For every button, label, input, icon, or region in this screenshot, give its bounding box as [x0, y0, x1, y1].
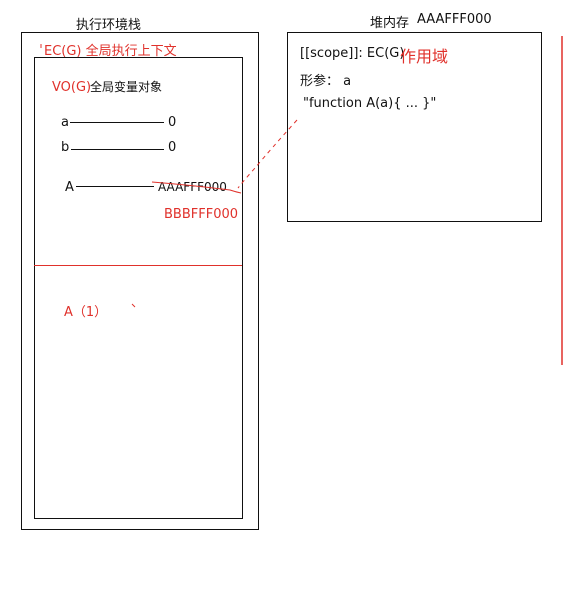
value-strike-stroke — [151, 181, 242, 194]
annotation-layer — [40, 36, 563, 365]
call-tick-stroke — [131, 303, 136, 308]
heap-pointer-stroke — [237, 119, 298, 189]
